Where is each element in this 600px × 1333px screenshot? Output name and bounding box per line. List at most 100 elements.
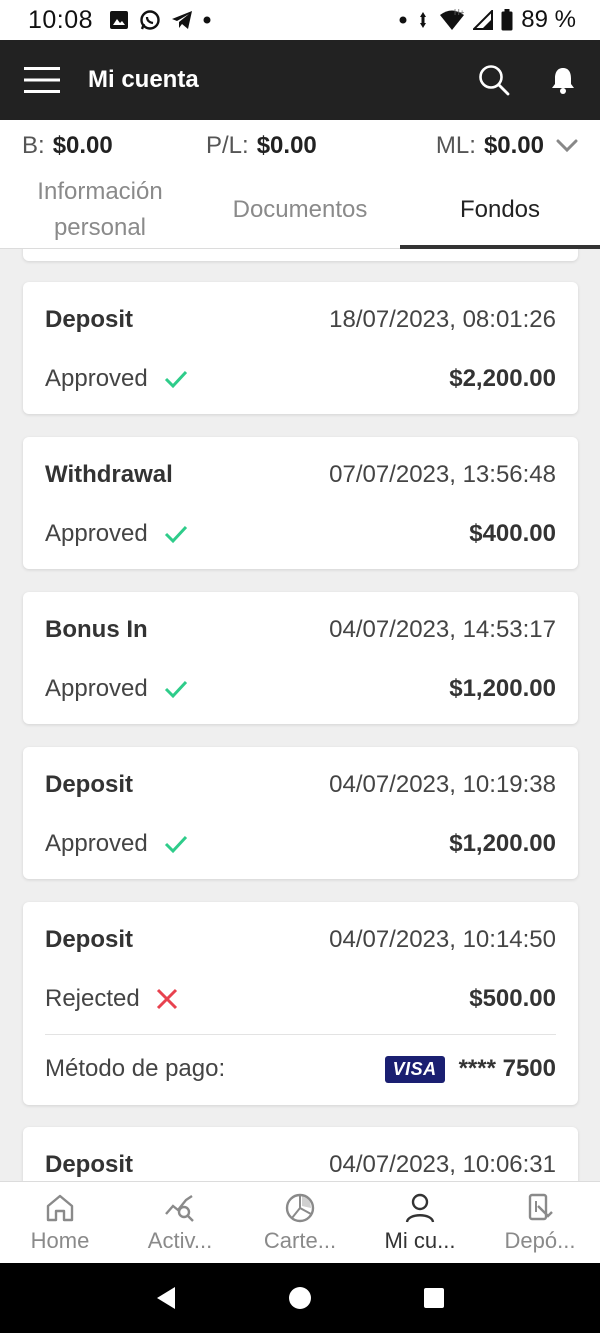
bottom-navigation: Home Activ... Carte... Mi cu... Depó... bbox=[0, 1181, 600, 1263]
signal-icon bbox=[473, 10, 494, 30]
tab-label: Documentos bbox=[232, 196, 368, 223]
balance-ml: ML: $0.00 bbox=[436, 132, 544, 160]
transaction-card: Bonus In 04/07/2023, 14:53:17 Approved $… bbox=[23, 592, 578, 724]
transaction-card: Deposit 18/07/2023, 08:01:26 Approved $2… bbox=[23, 282, 578, 414]
transaction-amount: $500.00 bbox=[469, 985, 556, 1012]
status-label: Rejected bbox=[45, 985, 140, 1012]
status-label: Approved bbox=[45, 675, 148, 702]
status-label: Approved bbox=[45, 365, 148, 392]
check-icon bbox=[164, 370, 187, 389]
status-bar: 10:08 H+ 89 % bbox=[0, 0, 600, 40]
nav-my-account[interactable]: Mi cu... bbox=[360, 1182, 480, 1263]
recents-icon[interactable] bbox=[423, 1287, 445, 1309]
transaction-amount: $1,200.00 bbox=[449, 830, 556, 857]
status-label: Approved bbox=[45, 830, 148, 857]
transaction-card: Deposit 04/07/2023, 10:06:31 bbox=[23, 1127, 578, 1181]
transaction-details: Approved $400.00 bbox=[45, 513, 556, 555]
transaction-list[interactable]: Deposit 18/07/2023, 08:01:26 Approved $2… bbox=[0, 249, 600, 1181]
transaction-date: 04/07/2023, 10:06:31 bbox=[329, 1151, 556, 1178]
balance-ml-label: ML: bbox=[435, 132, 476, 159]
transaction-status: Approved bbox=[45, 365, 188, 393]
transaction-card bbox=[23, 249, 578, 261]
battery-percent: 89 % bbox=[521, 6, 576, 33]
transaction-status: Approved bbox=[45, 675, 188, 703]
page-title: Mi cuenta bbox=[88, 66, 199, 93]
transaction-header: Deposit 04/07/2023, 10:06:31 bbox=[45, 1127, 556, 1181]
payment-method-label: Método de pago: bbox=[45, 1055, 226, 1082]
transaction-status: Approved bbox=[45, 520, 188, 548]
app-bar-actions bbox=[478, 64, 576, 96]
balance-pl: P/L: $0.00 bbox=[206, 132, 416, 160]
transaction-type: Deposit bbox=[45, 306, 134, 333]
transaction-type: Bonus In bbox=[45, 616, 148, 643]
transaction-details: Approved $2,200.00 bbox=[45, 358, 556, 400]
deposit-icon bbox=[528, 1193, 553, 1220]
transaction-date: 04/07/2023, 14:53:17 bbox=[329, 616, 556, 643]
whatsapp-icon bbox=[140, 10, 160, 30]
assets-chart-icon bbox=[165, 1194, 194, 1222]
transaction-amount: $2,200.00 bbox=[449, 365, 556, 392]
card-number: **** 7500 bbox=[458, 1055, 556, 1082]
nav-label: Depó... bbox=[504, 1227, 576, 1253]
transaction-header: Withdrawal 07/07/2023, 13:56:48 bbox=[45, 437, 556, 513]
nav-label: Home bbox=[30, 1227, 90, 1253]
transaction-status: Rejected bbox=[45, 985, 178, 1013]
payment-method-row: Método de pago: VISA **** 7500 bbox=[45, 1035, 556, 1103]
hamburger-menu-icon[interactable] bbox=[24, 66, 60, 94]
transaction-type: Withdrawal bbox=[45, 461, 173, 488]
nav-deposit[interactable]: Depó... bbox=[480, 1182, 600, 1263]
search-icon[interactable] bbox=[478, 64, 510, 96]
check-icon bbox=[164, 680, 187, 699]
status-label: Approved bbox=[45, 520, 148, 547]
transaction-card: Withdrawal 07/07/2023, 13:56:48 Approved… bbox=[23, 437, 578, 569]
nav-label: Carte... bbox=[263, 1227, 337, 1253]
svg-text:H+: H+ bbox=[454, 9, 465, 17]
back-icon[interactable] bbox=[155, 1285, 177, 1311]
tab-label: Información bbox=[37, 178, 163, 205]
transaction-card: Deposit 04/07/2023, 10:19:38 Approved $1… bbox=[23, 747, 578, 879]
tab-documents[interactable]: Documentos bbox=[200, 172, 400, 248]
nav-portfolio[interactable]: Carte... bbox=[240, 1182, 360, 1263]
vibrate-icon bbox=[420, 12, 427, 28]
tab-label: personal bbox=[53, 214, 147, 241]
nav-assets[interactable]: Activ... bbox=[120, 1182, 240, 1263]
balance-ml-value: $0.00 bbox=[483, 132, 544, 159]
battery-icon bbox=[501, 9, 513, 31]
transaction-header: Bonus In 04/07/2023, 14:53:17 bbox=[45, 592, 556, 668]
transaction-details: Rejected $500.00 bbox=[45, 978, 556, 1020]
status-left-icons bbox=[109, 9, 211, 31]
balance-b-value: $0.00 bbox=[52, 132, 113, 159]
tab-funds[interactable]: Fondos bbox=[400, 172, 600, 249]
home-icon bbox=[46, 1194, 74, 1221]
tab-personal-info[interactable]: Información personal bbox=[0, 172, 200, 248]
pie-chart-icon bbox=[285, 1193, 315, 1222]
status-right: H+ 89 % bbox=[399, 6, 576, 34]
chevron-down-icon[interactable] bbox=[556, 139, 578, 153]
transaction-header: Deposit 04/07/2023, 10:19:38 bbox=[45, 747, 556, 823]
tab-label: Fondos bbox=[459, 196, 541, 223]
balance-b-label: B: bbox=[22, 132, 45, 159]
balance-b: B: $0.00 bbox=[22, 132, 206, 160]
balance-pl-value: $0.00 bbox=[256, 132, 317, 159]
transaction-type: Deposit bbox=[45, 1151, 134, 1178]
nav-label: Activ... bbox=[147, 1227, 213, 1253]
telegram-icon bbox=[172, 11, 193, 29]
balance-summary: B: $0.00 P/L: $0.00 ML: $0.00 bbox=[0, 120, 600, 172]
bell-icon[interactable] bbox=[550, 66, 576, 94]
wifi-icon: H+ bbox=[440, 9, 465, 30]
nav-home[interactable]: Home bbox=[0, 1182, 120, 1263]
check-icon bbox=[164, 525, 187, 544]
transaction-type: Deposit bbox=[45, 926, 134, 953]
transaction-date: 04/07/2023, 10:19:38 bbox=[329, 771, 556, 798]
transaction-amount: $1,200.00 bbox=[449, 675, 556, 702]
transaction-details: Approved $1,200.00 bbox=[45, 668, 556, 710]
app-bar: Mi cuenta bbox=[0, 40, 600, 120]
transaction-details: Approved $1,200.00 bbox=[45, 823, 556, 865]
transaction-date: 18/07/2023, 08:01:26 bbox=[329, 306, 556, 333]
dot-icon bbox=[203, 16, 211, 24]
android-navigation-bar bbox=[0, 1263, 600, 1333]
transaction-header: Deposit 18/07/2023, 08:01:26 bbox=[45, 282, 556, 358]
gallery-icon bbox=[110, 11, 129, 29]
transaction-type: Deposit bbox=[45, 771, 134, 798]
home-circle-icon[interactable] bbox=[288, 1286, 312, 1310]
